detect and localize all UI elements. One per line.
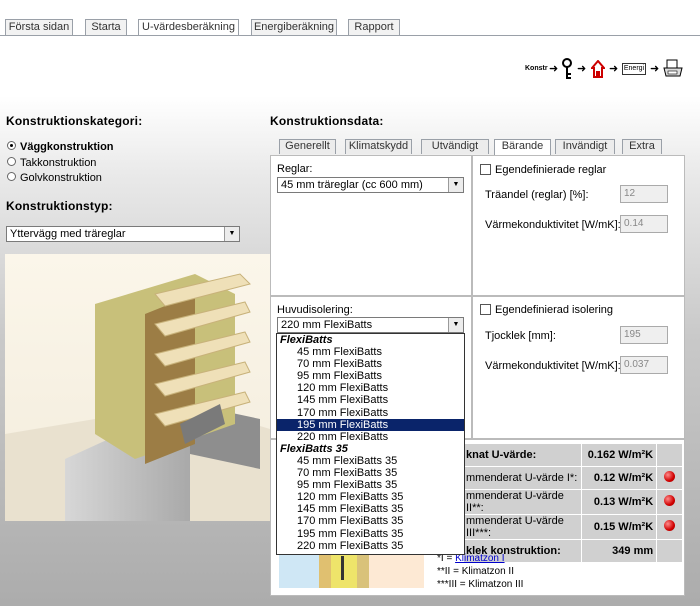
radio-wall-label: Väggkonstruktion (20, 141, 114, 153)
chevron-down-icon[interactable]: ▼ (224, 227, 239, 241)
dropdown-option[interactable]: 195 mm FlexiBatts 35 (277, 528, 464, 540)
status-red-icon (664, 471, 676, 482)
insulation-dropdown-list[interactable]: FlexiBatts 45 mm FlexiBatts 70 mm FlexiB… (276, 333, 465, 555)
construction-illustration (5, 254, 270, 521)
tab-energiberakning[interactable]: Energiberäkning (251, 19, 337, 36)
dropdown-option[interactable]: 145 mm FlexiBatts 35 (277, 503, 464, 515)
tab-starta[interactable]: Starta (85, 19, 127, 36)
flow-step-energy: Energi (622, 63, 646, 75)
status-red-icon (664, 495, 676, 506)
result-row: mmenderat U-värde I*: 0.12 W/m²K (463, 466, 683, 490)
result-label: mmenderat U-värde II**: (463, 489, 582, 515)
result-value: 0.12 W/m²K (580, 466, 658, 490)
tab-utvandigt[interactable]: Utvändigt (421, 139, 489, 154)
footnote-zone-2: **II = Klimatzon II (437, 566, 514, 577)
wood-share-label: Träandel (reglar) [%]: (485, 189, 589, 201)
dropdown-option[interactable]: 220 mm FlexiBatts (277, 431, 464, 443)
dropdown-option[interactable]: 170 mm FlexiBatts (277, 407, 464, 419)
construction-data-heading: Konstruktionsdata: (270, 114, 384, 128)
studs-select[interactable]: 45 mm träreglar (cc 600 mm) ▼ (277, 177, 464, 193)
custom-insulation-checkbox[interactable] (480, 304, 491, 315)
dropdown-group-label: FlexiBatts (280, 334, 333, 346)
custom-insulation-label: Egendefinierad isolering (495, 304, 614, 316)
workflow-indicator: Konstr ➜ ➜ ➜ Energi ➜ (525, 57, 685, 81)
result-value: 349 mm (580, 539, 658, 563)
result-row: mmenderat U-värde III***: 0.15 W/m²K (463, 514, 683, 540)
printer-icon (663, 59, 683, 77)
custom-studs-label: Egendefinierade reglar (495, 164, 607, 176)
custom-studs-checkbox[interactable] (480, 164, 491, 175)
insulation-select[interactable]: 220 mm FlexiBatts ▼ (277, 317, 464, 333)
tab-barande[interactable]: Bärande (494, 139, 551, 155)
chevron-down-icon[interactable]: ▼ (448, 178, 463, 192)
house-icon (591, 60, 605, 78)
radio-floor[interactable] (7, 172, 16, 181)
flow-step-construction: Konstr (525, 65, 548, 72)
top-navigation: Första sidan Starta U-värdesberäkning En… (0, 0, 700, 38)
results-table: knat U-värde: 0.162 W/m²K mmenderat U-vä… (463, 443, 683, 563)
chevron-down-icon[interactable]: ▼ (448, 318, 463, 332)
result-value: 0.162 W/m²K (580, 443, 658, 467)
thickness-field[interactable]: 195 (620, 326, 668, 344)
wood-share-field[interactable]: 12 (620, 185, 668, 203)
arrow-right-icon: ➜ (549, 63, 559, 75)
result-label: mmenderat U-värde III***: (463, 514, 582, 540)
dropdown-group-label: FlexiBatts 35 (280, 442, 348, 455)
insulation-conductivity-field[interactable]: 0.037 (620, 356, 668, 374)
construction-type-select[interactable]: Yttervägg med träreglar ▼ (6, 226, 240, 242)
dropdown-option[interactable]: 70 mm FlexiBatts (277, 358, 464, 370)
insulation-value: 220 mm FlexiBatts (281, 319, 373, 331)
dropdown-option[interactable]: 95 mm FlexiBatts (277, 370, 464, 382)
tab-invandigt[interactable]: Invändigt (555, 139, 615, 154)
status-red-icon (664, 520, 676, 531)
tab-extra[interactable]: Extra (622, 139, 662, 154)
studs-value: 45 mm träreglar (cc 600 mm) (281, 179, 423, 191)
dropdown-option[interactable]: 45 mm FlexiBatts 35 (277, 455, 464, 467)
studs-conductivity-label: Värmekonduktivitet [W/mK]: (485, 219, 621, 231)
construction-type-heading: Konstruktionstyp: (6, 199, 113, 213)
footnote-zone-3: ***III = Klimatzon III (437, 579, 524, 590)
arrow-right-icon: ➜ (577, 63, 587, 75)
dropdown-option[interactable]: 145 mm FlexiBatts (277, 394, 464, 406)
thickness-label: Tjocklek [mm]: (485, 330, 556, 342)
dropdown-option[interactable]: 220 mm FlexiBatts 35 (277, 540, 464, 552)
radio-floor-label: Golvkonstruktion (20, 172, 102, 184)
radio-roof-label: Takkonstruktion (20, 157, 97, 169)
studs-conductivity-field[interactable]: 0.14 (620, 215, 668, 233)
arrow-right-icon: ➜ (650, 63, 660, 75)
radio-wall[interactable] (7, 141, 16, 150)
result-label: knat U-värde: (463, 443, 582, 467)
result-value: 0.15 W/m²K (580, 514, 658, 540)
arrow-right-icon: ➜ (609, 63, 619, 75)
dropdown-option[interactable]: 120 mm FlexiBatts (277, 382, 464, 394)
result-row: mmenderat U-värde II**: 0.13 W/m²K (463, 489, 683, 515)
dropdown-option[interactable]: 95 mm FlexiBatts 35 (277, 479, 464, 491)
tab-klimatskydd[interactable]: Klimatskydd (345, 139, 412, 154)
tab-generellt[interactable]: Generellt (279, 139, 336, 154)
dropdown-option[interactable]: 120 mm FlexiBatts 35 (277, 491, 464, 503)
studs-label: Reglar: (277, 163, 313, 175)
dropdown-option[interactable]: 45 mm FlexiBatts (277, 346, 464, 358)
dropdown-option-highlighted[interactable]: 195 mm FlexiBatts (277, 418, 464, 431)
dropdown-option[interactable]: 70 mm FlexiBatts 35 (277, 467, 464, 479)
key-icon (562, 58, 572, 79)
tab-forsta-sidan[interactable]: Första sidan (5, 19, 73, 36)
result-label: mmenderat U-värde I*: (463, 466, 582, 490)
construction-category-heading: Konstruktionskategori: (6, 114, 143, 128)
tab-rapport[interactable]: Rapport (348, 19, 400, 36)
insulation-conductivity-label: Värmekonduktivitet [W/mK]: (485, 360, 621, 372)
construction-type-value: Yttervägg med träreglar (10, 228, 126, 240)
insulation-label: Huvudisolering: (277, 304, 353, 316)
radio-roof[interactable] (7, 157, 16, 166)
dropdown-option[interactable]: 170 mm FlexiBatts 35 (277, 515, 464, 527)
result-row: knat U-värde: 0.162 W/m²K (463, 443, 683, 467)
result-value: 0.13 W/m²K (580, 489, 658, 515)
